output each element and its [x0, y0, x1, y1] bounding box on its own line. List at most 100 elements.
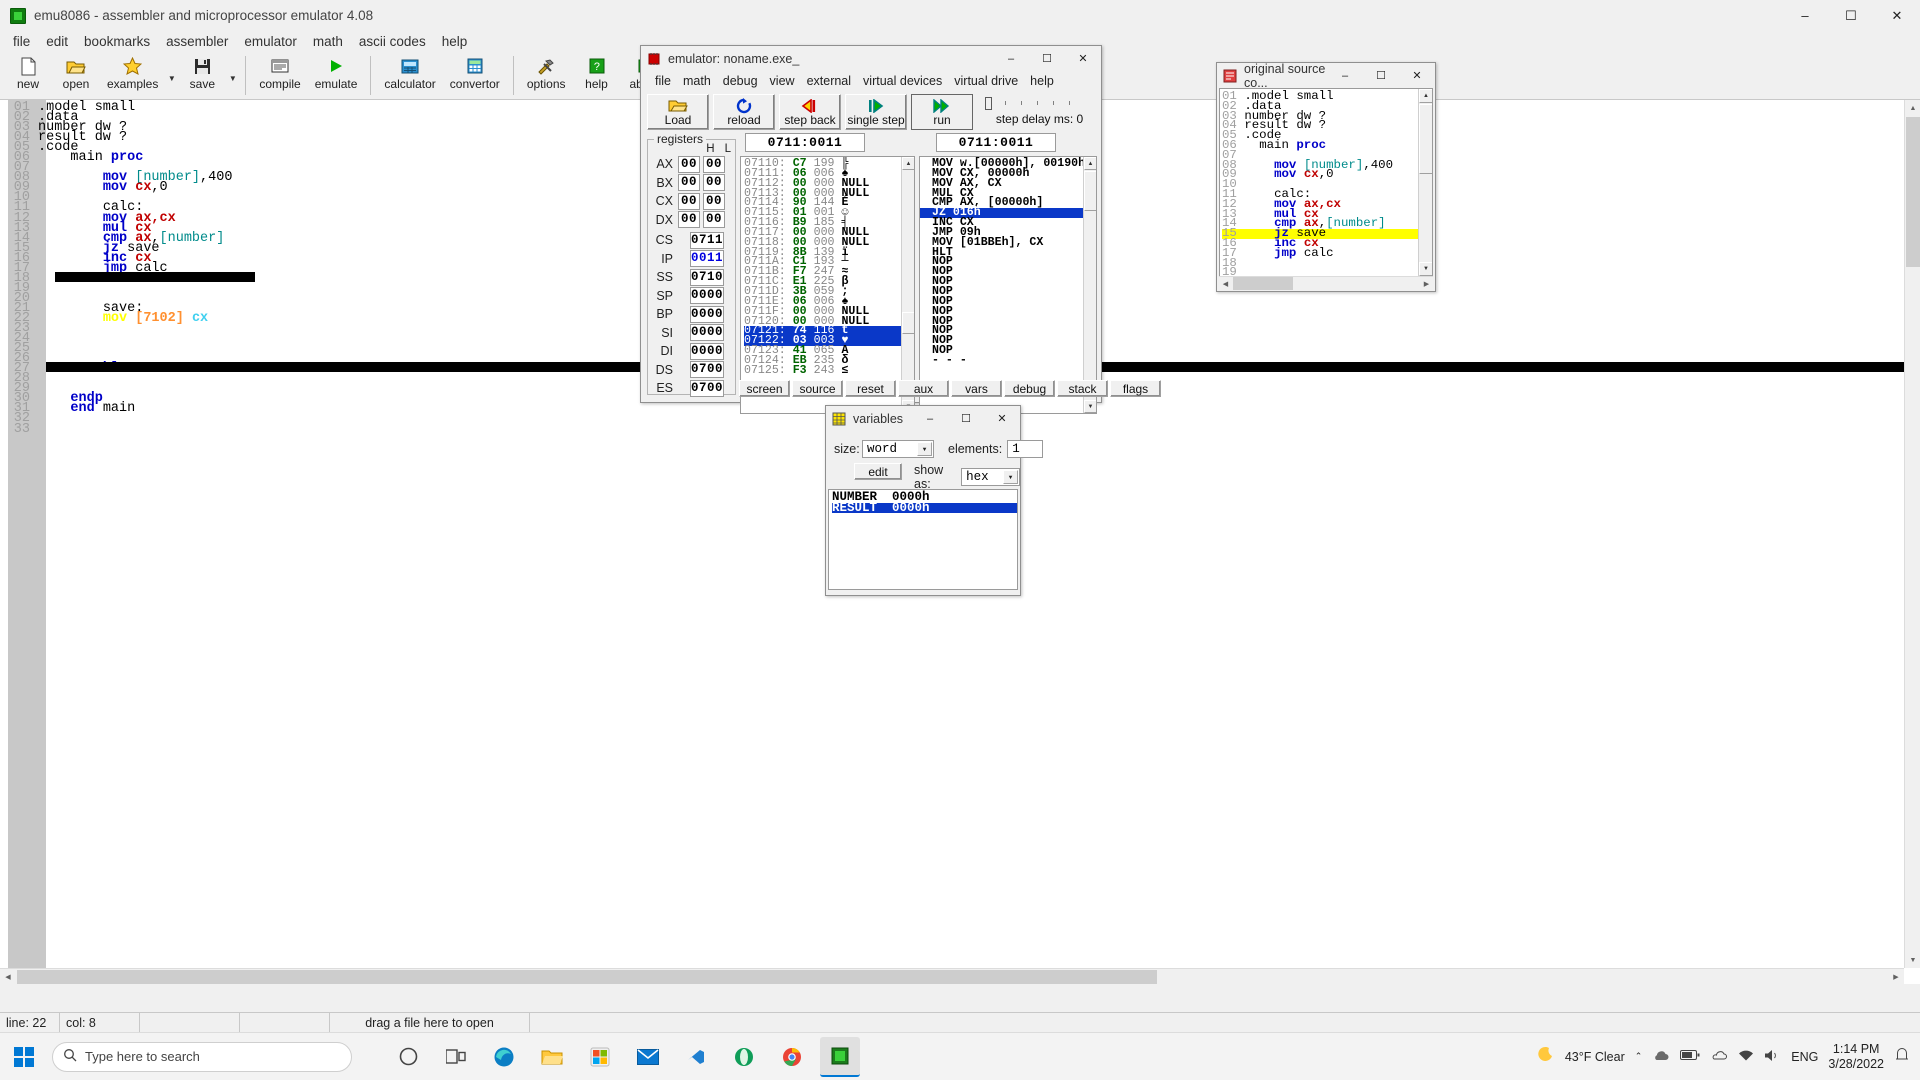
chrome-icon[interactable]	[772, 1037, 812, 1077]
memory-row[interactable]: 07125: F3 243 ≤	[744, 364, 914, 376]
battery-icon[interactable]	[1680, 1049, 1700, 1064]
toolbar-convertor-button[interactable]: convertor	[443, 52, 507, 99]
variables-minimize-button[interactable]: –	[912, 406, 948, 431]
opera-icon[interactable]	[724, 1037, 764, 1077]
weather-text[interactable]: 43°F Clear	[1565, 1050, 1625, 1064]
toolbar-calculator-button[interactable]: calculator	[377, 52, 442, 99]
disassembly-list[interactable]: MOV w.[00000h], 00190h MOV CX, 00000h MOV …	[920, 157, 1096, 366]
source-window-body[interactable]: 01 .model small 02 .data 03 number dw ? 04 …	[1219, 88, 1433, 277]
save-dropdown-arrow[interactable]: ▼	[226, 52, 239, 99]
source-scroll-thumb[interactable]	[1419, 104, 1432, 174]
scroll-left-arrow[interactable]: ◀	[0, 969, 16, 985]
start-button[interactable]	[0, 1033, 48, 1081]
source-window-line[interactable]: 17 jmp calc	[1222, 247, 1432, 259]
edge-icon[interactable]	[484, 1037, 524, 1077]
register-bp-value[interactable]: 0000	[690, 305, 724, 323]
maximize-button[interactable]: ☐	[1828, 0, 1874, 31]
emu-menu-math[interactable]: math	[677, 73, 717, 89]
source-window-scrollbar[interactable]: ▲ ▼	[1418, 89, 1432, 276]
single-step-button[interactable]: single step	[845, 94, 907, 130]
cloud-icon[interactable]	[1652, 1049, 1670, 1065]
taskbar-search-box[interactable]: Type here to search	[52, 1041, 352, 1072]
menu-file[interactable]: file	[5, 32, 38, 51]
toolbar-help-button[interactable]: ? help	[573, 52, 621, 99]
toolbar-options-button[interactable]: options	[520, 52, 573, 99]
edit-button[interactable]: edit	[854, 463, 902, 480]
emulator-minimize-button[interactable]: –	[993, 46, 1029, 71]
vertical-scroll-thumb[interactable]	[1906, 117, 1920, 267]
disassembly-address-box[interactable]: 0711:0011	[936, 133, 1056, 152]
menu-assembler[interactable]: assembler	[158, 32, 236, 51]
register-es-value[interactable]: 0700	[690, 379, 724, 397]
source-maximize-button[interactable]: ☐	[1363, 63, 1399, 88]
source-window-line[interactable]: 06 main proc	[1222, 139, 1432, 151]
scroll-up-arrow[interactable]: ▲	[1905, 100, 1920, 116]
network-icon[interactable]	[1738, 1049, 1754, 1065]
memory-dump-list[interactable]: 07110: C7 199 ╠ 07111: 06 006 ♠ 07112: 00 …	[741, 157, 914, 376]
menu-edit[interactable]: edit	[38, 32, 76, 51]
menu-help[interactable]: help	[434, 32, 476, 51]
menu-math[interactable]: math	[305, 32, 351, 51]
notifications-icon[interactable]	[1894, 1047, 1910, 1066]
variables-list[interactable]: NUMBER 0000h RESULT 0000h	[828, 489, 1018, 590]
emulator-vars-button[interactable]: vars	[951, 380, 1002, 397]
scroll-right-arrow[interactable]: ▶	[1888, 969, 1904, 985]
emulator-reset-button[interactable]: reset	[845, 380, 896, 397]
disassembly-scroll-down-arrow[interactable]: ▼	[1084, 400, 1096, 413]
emulator-debug-button[interactable]: debug	[1004, 380, 1055, 397]
emu-menu-file[interactable]: file	[649, 73, 677, 89]
language-indicator[interactable]: ENG	[1791, 1050, 1818, 1064]
memory-dump-panel[interactable]: 07110: C7 199 ╠ 07111: 06 006 ♠ 07112: 00 …	[740, 156, 915, 414]
source-minimize-button[interactable]: –	[1327, 63, 1363, 88]
reload-button[interactable]: reload	[713, 94, 775, 130]
showas-select[interactable]: hex ▼	[961, 468, 1020, 486]
register-ax-low[interactable]: 00	[703, 155, 725, 173]
source-scroll-up-arrow[interactable]: ▲	[1419, 89, 1432, 103]
minimize-button[interactable]: –	[1782, 0, 1828, 31]
emu-menu-help[interactable]: help	[1024, 73, 1060, 89]
size-select[interactable]: word ▼	[862, 440, 934, 458]
volume-icon[interactable]	[1764, 1049, 1781, 1065]
variables-maximize-button[interactable]: ☐	[948, 406, 984, 431]
weather-icon[interactable]	[1535, 1045, 1555, 1068]
source-horizontal-thumb[interactable]	[1233, 277, 1293, 290]
menu-ascii-codes[interactable]: ascii codes	[351, 32, 434, 51]
memory-scroll-thumb[interactable]	[902, 312, 914, 334]
register-di-value[interactable]: 0000	[690, 342, 724, 360]
onedrive-icon[interactable]	[1710, 1049, 1728, 1064]
register-dx-low[interactable]: 00	[703, 211, 725, 229]
step-back-button[interactable]: step back	[779, 94, 841, 130]
examples-dropdown-arrow[interactable]: ▼	[165, 52, 178, 99]
toolbar-open-button[interactable]: open	[52, 52, 100, 99]
menu-emulator[interactable]: emulator	[236, 32, 305, 51]
disassembly-row[interactable]: - - -	[920, 355, 1096, 366]
run-button[interactable]: run	[911, 94, 973, 130]
disassembly-panel[interactable]: MOV w.[00000h], 00190h MOV CX, 00000h MOV …	[919, 156, 1097, 414]
toolbar-new-button[interactable]: new	[4, 52, 52, 99]
emulator-flags-button[interactable]: flags	[1110, 380, 1161, 397]
vscode-icon[interactable]	[676, 1037, 716, 1077]
close-button[interactable]: ✕	[1874, 0, 1920, 31]
toolbar-examples-button[interactable]: examples	[100, 52, 165, 99]
register-cx-low[interactable]: 00	[703, 192, 725, 210]
register-si-value[interactable]: 0000	[690, 324, 724, 342]
store-icon[interactable]	[580, 1037, 620, 1077]
file-explorer-icon[interactable]	[532, 1037, 572, 1077]
disassembly-scroll-thumb[interactable]	[1084, 171, 1096, 211]
emu8086-taskbar-icon[interactable]	[820, 1036, 860, 1077]
source-close-button[interactable]: ✕	[1399, 63, 1435, 88]
menu-bookmarks[interactable]: bookmarks	[76, 32, 158, 51]
emulator-aux-button[interactable]: aux	[898, 380, 949, 397]
chevron-up-icon[interactable]: ⌃	[1635, 1051, 1643, 1062]
step-delay-slider[interactable]	[985, 97, 1094, 111]
register-ds-value[interactable]: 0700	[690, 361, 724, 379]
emulator-screen-button[interactable]: screen	[739, 380, 790, 397]
register-sp-value[interactable]: 0000	[690, 287, 724, 305]
register-bx-low[interactable]: 00	[703, 174, 725, 192]
load-button[interactable]: Load	[647, 94, 709, 130]
emulator-close-button[interactable]: ✕	[1065, 46, 1101, 71]
elements-input[interactable]: 1	[1007, 440, 1044, 458]
taskbar-clock[interactable]: 1:14 PM 3/28/2022	[1828, 1042, 1884, 1072]
emu-menu-debug[interactable]: debug	[717, 73, 764, 89]
register-cx-high[interactable]: 00	[678, 192, 700, 210]
